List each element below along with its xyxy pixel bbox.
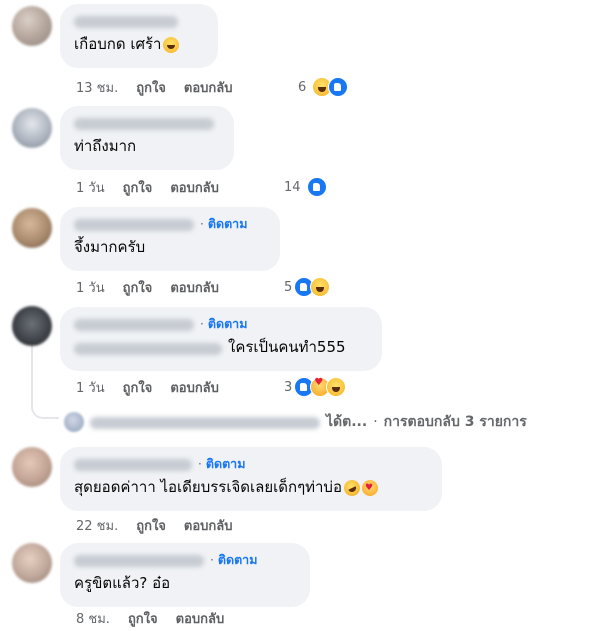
haha-icon: [310, 277, 331, 297]
separator-dot: ·: [200, 317, 204, 331]
reaction-count: 6: [298, 79, 307, 95]
like-button[interactable]: ถูกใจ: [123, 177, 153, 198]
avatar[interactable]: [12, 6, 52, 46]
reaction-summary[interactable]: 14: [284, 177, 327, 197]
rofl-icon: [341, 476, 363, 499]
comment-bubble: เกือบกด เศร้า: [60, 4, 218, 68]
reply-author: [90, 417, 320, 429]
like-button[interactable]: ถูกใจ: [128, 608, 158, 629]
comment-timestamp[interactable]: 1 วัน: [76, 277, 105, 298]
comment-text: ใครเป็นคนทำ555: [228, 338, 346, 356]
like-icon: [306, 177, 327, 197]
comment-actions: 8 ชม. ถูกใจ ตอบกลับ: [76, 608, 242, 628]
comment-text: ครูขิตแล้ว? อ๋อ: [74, 574, 171, 592]
avatar[interactable]: [12, 543, 52, 583]
comment-actions: 22 ชม. ถูกใจ ตอบกลับ: [76, 515, 251, 535]
comment-bubble: · ติดตาม จึ้งมากครับ: [60, 207, 280, 271]
avatar[interactable]: [12, 208, 52, 248]
reaction-count: 14: [284, 179, 301, 195]
reaction-summary[interactable]: 6: [298, 77, 349, 97]
view-replies-link[interactable]: ได้ต... · การตอบกลับ 3 รายการ: [64, 410, 527, 434]
comment-timestamp[interactable]: 13 ชม.: [76, 77, 118, 98]
haha-icon: [163, 36, 180, 53]
comment-author[interactable]: [74, 219, 194, 231]
reply-thread-line: [31, 345, 59, 419]
separator-dot: ·: [210, 553, 214, 567]
comment-actions: 1 วัน ถูกใจ ตอบกลับ: [76, 377, 237, 397]
reply-button[interactable]: ตอบกลับ: [176, 608, 225, 629]
reply-button[interactable]: ตอบกลับ: [170, 277, 219, 298]
comment-bubble: ท่าถึงมาก: [60, 106, 234, 170]
reaction-summary[interactable]: 5: [284, 277, 331, 297]
comment-author[interactable]: [74, 459, 192, 471]
comment-timestamp[interactable]: 1 วัน: [76, 177, 105, 198]
reply-button[interactable]: ตอบกลับ: [170, 377, 219, 398]
separator-dot: ·: [198, 457, 202, 471]
comment-text: จึ้งมากครับ: [74, 238, 146, 256]
reaction-count: 5: [284, 279, 293, 295]
comment-author[interactable]: [74, 319, 194, 331]
reaction-count: 3: [284, 379, 293, 395]
comment-author[interactable]: [74, 555, 204, 567]
comment-author[interactable]: [74, 12, 204, 30]
like-button[interactable]: ถูกใจ: [136, 515, 166, 536]
reply-button[interactable]: ตอบกลับ: [184, 515, 233, 536]
comment-timestamp[interactable]: 8 ชม.: [76, 608, 110, 629]
comment-bubble: · ติดตาม ใครเป็นคนทำ555: [60, 307, 382, 371]
like-button[interactable]: ถูกใจ: [123, 277, 153, 298]
comment-actions: 13 ชม. ถูกใจ ตอบกลับ: [76, 77, 251, 97]
comment-timestamp[interactable]: 1 วัน: [76, 377, 105, 398]
reaction-summary[interactable]: 3: [284, 377, 347, 397]
follow-button[interactable]: ติดตาม: [208, 314, 248, 334]
avatar[interactable]: [12, 108, 52, 148]
reply-button[interactable]: ตอบกลับ: [170, 177, 219, 198]
like-icon: [328, 77, 349, 97]
separator-dot: ·: [373, 414, 378, 430]
kiss-icon: [361, 478, 378, 498]
separator-dot: ·: [200, 217, 204, 231]
comment-bubble: · ติดตาม สุดยอดค่าาา ไอเดียบรรเจิดเลยเด็…: [60, 447, 442, 511]
comment-timestamp[interactable]: 22 ชม.: [76, 515, 118, 536]
follow-button[interactable]: ติดตาม: [208, 214, 248, 234]
replies-count: การตอบกลับ 3 รายการ: [383, 414, 527, 430]
comment-actions: 1 วัน ถูกใจ ตอบกลับ: [76, 277, 237, 297]
follow-button[interactable]: ติดตาม: [218, 550, 258, 570]
comment-author[interactable]: [74, 114, 220, 132]
reply-button[interactable]: ตอบกลับ: [184, 77, 233, 98]
like-button[interactable]: ถูกใจ: [136, 77, 166, 98]
reply-preview: ได้ต...: [326, 414, 368, 430]
avatar[interactable]: [12, 447, 52, 487]
avatar: [64, 412, 84, 432]
comment-text: ท่าถึงมาก: [74, 137, 137, 155]
like-button[interactable]: ถูกใจ: [123, 377, 153, 398]
comment-actions: 1 วัน ถูกใจ ตอบกลับ: [76, 177, 237, 197]
comment-text: สุดยอดค่าาา ไอเดียบรรเจิดเลยเด็กๆท่าบ่อ: [74, 478, 342, 496]
haha-icon: [326, 377, 347, 397]
follow-button[interactable]: ติดตาม: [206, 454, 246, 474]
comment-text: เกือบกด เศร้า: [74, 35, 162, 53]
comment-bubble: · ติดตาม ครูขิตแล้ว? อ๋อ: [60, 543, 310, 607]
avatar[interactable]: [12, 306, 52, 346]
tagged-name[interactable]: [74, 342, 222, 355]
